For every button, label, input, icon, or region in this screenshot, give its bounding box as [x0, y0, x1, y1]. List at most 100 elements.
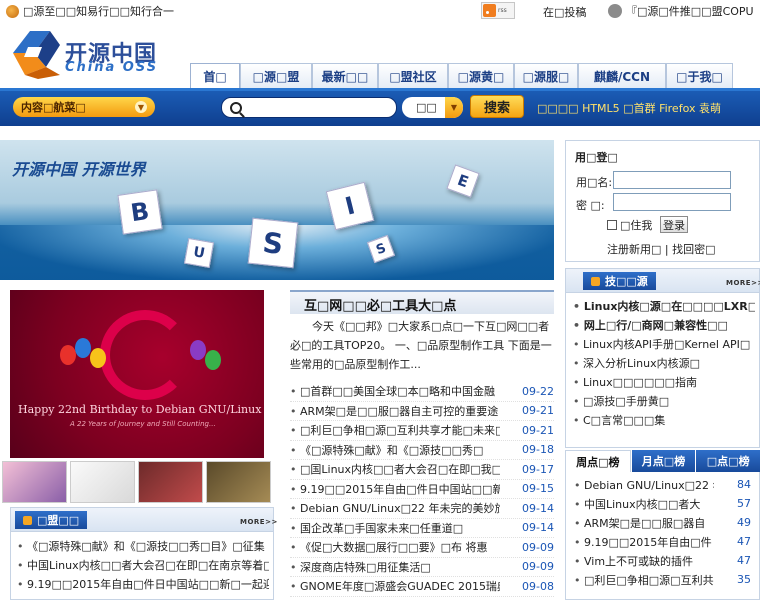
- register-link[interactable]: 注册新用□: [607, 243, 661, 256]
- featured-poster[interactable]: Happy 22nd Birthday to Debian GNU/Linux …: [10, 290, 264, 458]
- tech-panel-title: 技□□源: [605, 275, 648, 288]
- rank-row[interactable]: ARM架□是□□服□器自 49: [574, 513, 751, 532]
- remember-me[interactable]: □住我: [607, 217, 652, 233]
- password-field[interactable]: [613, 193, 731, 211]
- news-row[interactable]: ARM架□是□□服□器自主可控的重要途 09-21: [290, 402, 554, 421]
- rank-title[interactable]: ARM架□是□□服□器自: [574, 515, 714, 531]
- login-button[interactable]: 登录: [660, 216, 688, 233]
- search-field[interactable]: [221, 97, 397, 118]
- balloon-icon: [190, 340, 206, 360]
- top-home-link[interactable]: □源至□□知易行□□知行合一: [6, 3, 174, 19]
- rss-button[interactable]: rss: [481, 2, 515, 19]
- news-row[interactable]: 《□源特殊□献》和《□源技□□秀□ 09-18: [290, 441, 554, 460]
- tab-monthly-rank[interactable]: 月点□榜: [630, 450, 696, 472]
- more-link[interactable]: MORE>>: [726, 279, 760, 287]
- news-row[interactable]: □利巨□争相□源□互利共享才能□未来□ 09-21: [290, 421, 554, 441]
- rank-row[interactable]: Debian GNU/Linux□22 年 84: [574, 475, 751, 494]
- rank-title[interactable]: Debian GNU/Linux□22 年: [574, 477, 714, 493]
- rank-title[interactable]: Vim上不可或缺的插件: [574, 553, 714, 569]
- nav-tab-kylin[interactable]: 麒麟/CCN: [578, 63, 666, 88]
- hot-keywords[interactable]: □□□□ HTML5 □首群 Firefox 袁萌: [537, 100, 721, 116]
- news-title[interactable]: Debian GNU/Linux□22 年未完的美妙旅程: [290, 500, 500, 516]
- news-title[interactable]: 国企改革□手国家未来□任重道□: [290, 520, 500, 536]
- promo-label: 『□源□件推□□盟COPU: [626, 5, 754, 18]
- news-date: 09-18: [522, 443, 554, 457]
- nav-tab-alliance[interactable]: □源□盟: [240, 63, 312, 88]
- rank-count: 47: [737, 535, 751, 548]
- remember-checkbox[interactable]: [607, 220, 617, 230]
- nav-tab-news[interactable]: 最新□□: [312, 63, 378, 88]
- banner-slogan: 开源中国 开源世界: [12, 160, 146, 179]
- news-row[interactable]: GNOME年度□源盛会GUADEC 2015瑞典全 09-08: [290, 577, 554, 597]
- news-row[interactable]: 《促□大数据□展行□□要》□布 将惠 09-09: [290, 538, 554, 558]
- news-row[interactable]: 9.19□□2015年自由□件日中国站□□新 09-15: [290, 480, 554, 499]
- thumbnail[interactable]: [70, 461, 135, 503]
- rank-tabs: 周点□榜 月点□榜 □点□榜: [565, 450, 760, 472]
- league-list-item[interactable]: 9.19□□2015年自由□件日中国站□□新□一起迎: [17, 576, 269, 595]
- search-type-dropdown[interactable]: □□ ▼: [402, 97, 463, 118]
- balloon-icon: [205, 350, 221, 370]
- category-dropdown[interactable]: 内容□航菜□ ▼: [13, 97, 155, 117]
- debian-swirl-icon: [100, 310, 190, 400]
- headline-title[interactable]: 互□网□□必□工具大□点: [304, 295, 456, 314]
- tech-list-item[interactable]: Linux内核□源□在□□□□LXR□: [573, 298, 755, 317]
- tab-total-rank[interactable]: □点□榜: [695, 450, 760, 472]
- rank-title[interactable]: 9.19□□2015年自由□件: [574, 534, 714, 550]
- nav-tab-about[interactable]: □于我□: [666, 63, 733, 88]
- tab-weekly-rank[interactable]: 周点□榜: [565, 450, 631, 472]
- news-title[interactable]: 《促□大数据□展行□□要》□布 将惠: [290, 539, 500, 555]
- tech-list-item[interactable]: Linux内核API手册□Kernel API□: [573, 336, 755, 355]
- news-row[interactable]: 国企改革□手国家未来□任重道□ 09-14: [290, 519, 554, 538]
- tech-list-item[interactable]: □源技□手册黄□: [573, 393, 755, 412]
- search-input[interactable]: [248, 101, 388, 114]
- news-title[interactable]: 9.19□□2015年自由□件日中国站□□新: [290, 481, 500, 497]
- news-row[interactable]: □国Linux内核□□者大会召□在即□我□ 09-17: [290, 460, 554, 480]
- rank-title[interactable]: 中国Linux内核□□者大: [574, 496, 714, 512]
- search-button[interactable]: 搜索: [470, 95, 524, 118]
- news-title[interactable]: GNOME年度□源盛会GUADEC 2015瑞典全: [290, 578, 500, 594]
- more-link[interactable]: MORE>>: [240, 518, 278, 526]
- news-date: 09-09: [522, 540, 554, 554]
- search-type-label: □□: [416, 101, 437, 114]
- tech-list-item[interactable]: 网上□行/□商网□兼容性□□: [573, 317, 755, 336]
- news-row[interactable]: □首群□□美国全球□本□略和中国金融 09-22: [290, 382, 554, 402]
- news-row[interactable]: 深度商店特殊□用征集活□ 09-09: [290, 558, 554, 577]
- logo-en: China OSS: [65, 60, 159, 75]
- rank-title[interactable]: □利巨□争相□源□互利共: [574, 572, 714, 588]
- nav-tab-home[interactable]: 首□: [190, 63, 240, 88]
- news-title[interactable]: 《□源特殊□献》和《□源技□□秀□: [290, 442, 500, 458]
- balloon-icon: [75, 338, 91, 358]
- rank-row[interactable]: 中国Linux内核□□者大 57: [574, 494, 751, 513]
- username-field[interactable]: [613, 171, 731, 189]
- league-list-item[interactable]: 中国Linux内核□□者大会召□在即□在南京等着□: [17, 557, 269, 576]
- rank-row[interactable]: Vim上不可或缺的插件 47: [574, 551, 751, 570]
- thumbnail[interactable]: [2, 461, 67, 503]
- news-title[interactable]: ARM架□是□□服□器自主可控的重要途: [290, 403, 500, 419]
- submit-article-link[interactable]: 在□投稿: [543, 4, 586, 20]
- rank-row[interactable]: □利巨□争相□源□互利共 35: [574, 570, 751, 589]
- news-row[interactable]: Debian GNU/Linux□22 年未完的美妙旅程 09-14: [290, 499, 554, 519]
- thumbnail[interactable]: [138, 461, 203, 503]
- thumbnail[interactable]: [206, 461, 271, 503]
- promo-link[interactable]: 『□源□件推□□盟COPU: [608, 3, 754, 19]
- news-title[interactable]: □首群□□美国全球□本□略和中国金融: [290, 383, 500, 399]
- tech-list: Linux内核□源□在□□□□LXR□网上□行/□商网□兼容性□□Linux内核…: [573, 298, 755, 431]
- poster-subcaption: A 22 Years of Journey and Still Counting…: [70, 420, 216, 428]
- nav-tab-community[interactable]: □盟社区: [378, 63, 448, 88]
- nav-tab-yellowpages[interactable]: □源黄□: [448, 63, 514, 88]
- tech-list-item[interactable]: 深入分析Linux内核源□: [573, 355, 755, 374]
- league-panel-title: □盟□□: [37, 514, 80, 527]
- league-list-item[interactable]: 《□源特殊□献》和《□源技□□秀□目》□征集: [17, 538, 269, 557]
- hero-banner[interactable]: 开源中国 开源世界 B U S I E S: [0, 140, 554, 280]
- news-title[interactable]: □国Linux内核□□者大会召□在即□我□: [290, 461, 500, 477]
- nav-tab-services[interactable]: □源服□: [514, 63, 578, 88]
- tech-list-item[interactable]: C□言常□□□集: [573, 412, 755, 431]
- headline-summary: 今天《□□邦》□大家系□点□一下互□网□□者必□的工具TOP20。 一、□品原型…: [290, 320, 552, 371]
- forgot-password-link[interactable]: 找回密□: [672, 243, 715, 256]
- banner-cube: U: [183, 237, 215, 269]
- news-title[interactable]: 深度商店特殊□用征集活□: [290, 559, 500, 575]
- news-title[interactable]: □利巨□争相□源□互利共享才能□未来□: [290, 422, 500, 438]
- news-date: 09-14: [522, 501, 554, 515]
- rank-row[interactable]: 9.19□□2015年自由□件 47: [574, 532, 751, 551]
- tech-list-item[interactable]: Linux□□□□□□指南: [573, 374, 755, 393]
